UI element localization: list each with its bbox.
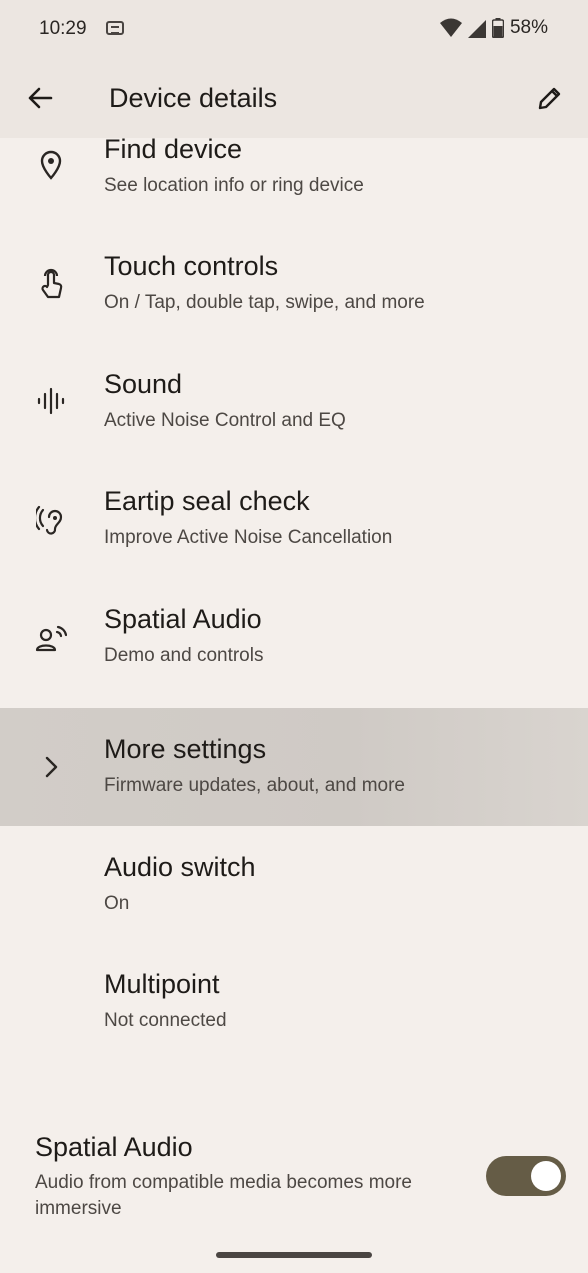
status-bar: 10:29 58% (0, 0, 588, 60)
list-item-title: Sound (104, 368, 183, 399)
list-item-subtitle: See location info or ring device (104, 175, 364, 196)
spatial-audio-subtitle: Audio from compatible media becomes more… (35, 1172, 413, 1219)
toggle-knob (531, 1161, 561, 1191)
list-item-title: Find device (104, 134, 243, 164)
touch-icon (34, 266, 68, 300)
list-item-touch-controls[interactable]: Touch controls On / Tap, double tap, swi… (0, 238, 588, 356)
list-item-audio-switch[interactable]: Audio switch On (0, 826, 588, 944)
pencil-icon (538, 87, 561, 110)
list-item-multipoint[interactable]: Multipoint Not connected (0, 943, 588, 1061)
list-item-title: Multipoint (104, 969, 220, 999)
list-item-title: Audio switch (104, 851, 256, 882)
list-item-subtitle: Demo and controls (104, 644, 264, 666)
signal-icon (467, 20, 486, 38)
list-item-more-settings[interactable]: More settings Firmware updates, about, a… (0, 708, 588, 826)
list-item-title: Spatial Audio (104, 603, 262, 634)
spatial-audio-toggle[interactable] (486, 1156, 566, 1196)
ear-icon (34, 503, 68, 537)
list-item-title: Touch controls (104, 251, 279, 281)
app-bar: Device details (0, 60, 588, 138)
spatial-audio-title: Spatial Audio (35, 1132, 193, 1162)
home-indicator[interactable] (216, 1252, 372, 1258)
audio-wave-icon (34, 384, 68, 418)
battery-percent: 58% (509, 17, 548, 38)
location-pin-icon (34, 148, 68, 182)
battery-icon (491, 18, 504, 38)
settings-list: Find device See location info or ring de… (0, 134, 588, 1061)
spatial-audio-setting: Spatial Audio Audio from compatible medi… (0, 1120, 588, 1230)
g-icon (106, 21, 124, 35)
status-icons: 58% (439, 17, 548, 39)
list-item-subtitle: On (104, 892, 130, 914)
list-item-subtitle: Active Noise Control and EQ (104, 409, 346, 431)
list-item-sound[interactable]: Sound Active Noise Control and EQ (0, 356, 588, 474)
spatial-audio-icon (34, 621, 68, 655)
list-item-subtitle: Improve Active Noise Cancellation (104, 527, 393, 548)
back-button[interactable] (22, 80, 58, 116)
page-title: Device details (109, 83, 278, 113)
list-item-title: Eartip seal check (104, 486, 310, 516)
edit-button[interactable] (532, 80, 568, 116)
list-item-subtitle: Firmware updates, about, and more (104, 775, 405, 796)
chevron-right-icon (34, 750, 68, 784)
list-item-subtitle: On / Tap, double tap, swipe, and more (104, 292, 425, 313)
status-time: 10:29 (39, 18, 87, 39)
list-item-spatial-audio[interactable]: Spatial Audio Demo and controls (0, 591, 588, 709)
list-item-eartip-seal-check[interactable]: Eartip seal check Improve Active Noise C… (0, 473, 588, 591)
list-item-find-device[interactable]: Find device See location info or ring de… (0, 134, 588, 238)
wifi-icon (439, 18, 462, 37)
list-item-subtitle: Not connected (104, 1010, 227, 1031)
list-item-title: More settings (104, 734, 267, 764)
arrow-left-icon (28, 87, 53, 109)
